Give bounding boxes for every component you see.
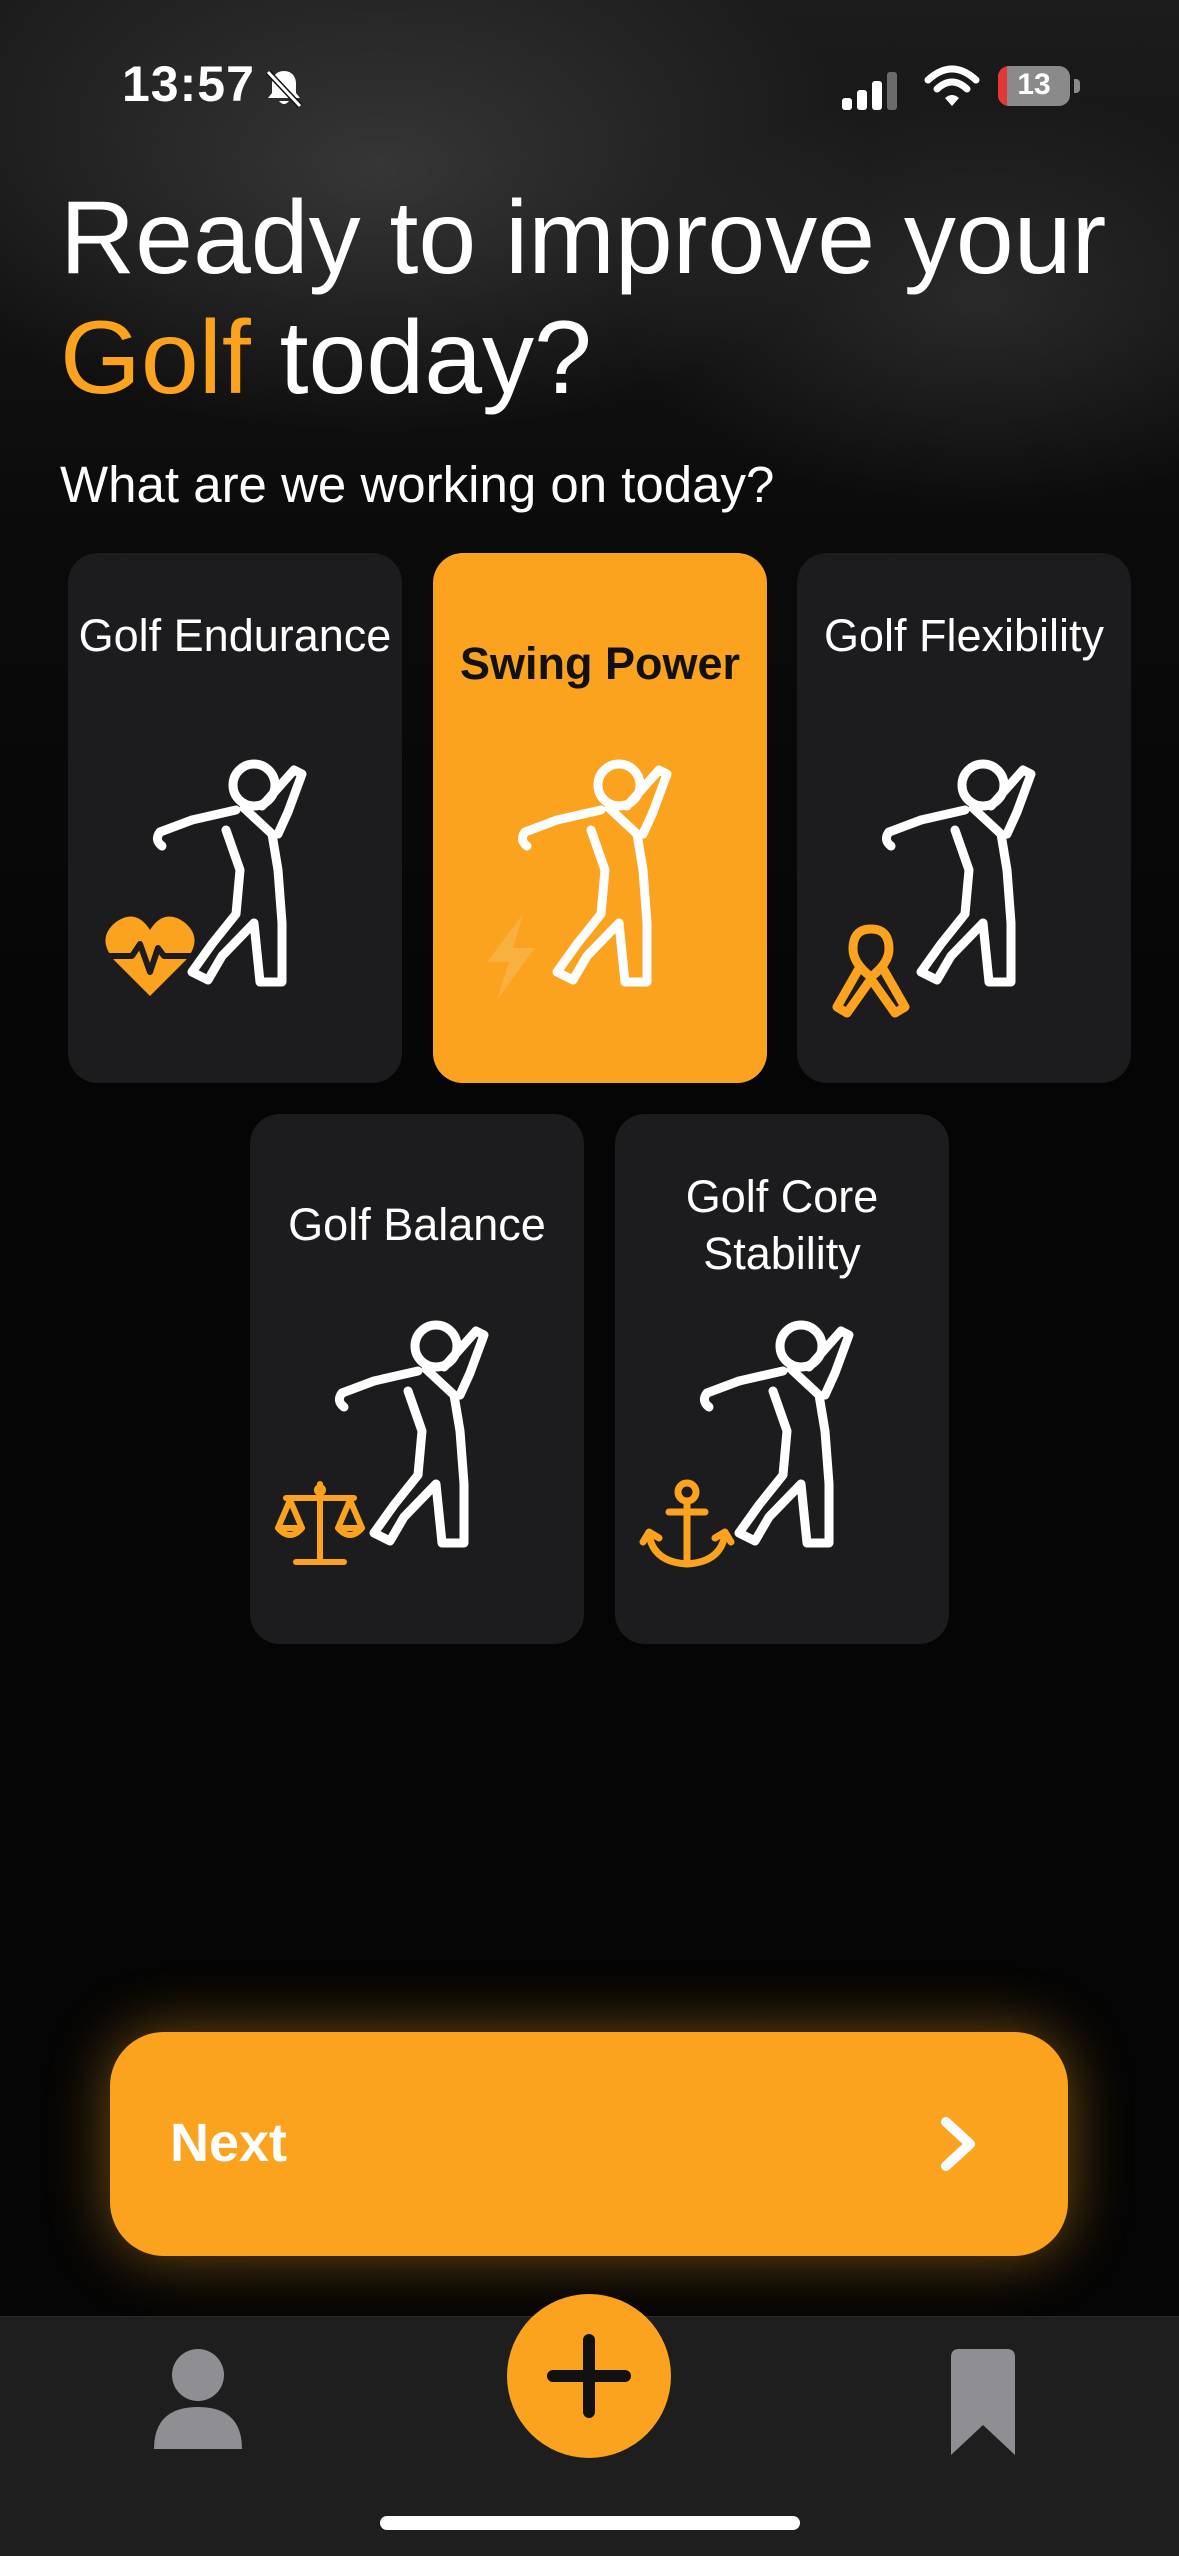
title-line-2-rest: today? [250,300,592,416]
golf-focus-screen: 13:57 13 Ready to improve your Golf toda… [0,0,1179,2556]
option-card-golf-flexibility[interactable]: Golf Flexibility [797,553,1131,1083]
status-bar: 13:57 13 [0,0,1179,150]
option-label: Swing Power [459,638,741,689]
option-label: Golf Endurance [78,610,392,661]
battery-level-text: 13 [1017,68,1051,101]
anchor-icon [639,1479,735,1568]
option-label: Golf Flexibility [823,610,1105,661]
next-button[interactable]: Next [110,2032,1068,2256]
signal-icon [842,72,897,110]
status-time: 13:57 [122,56,255,112]
heart-pulse-icon [105,916,195,996]
page-title: Ready to improve your Golf today? [60,178,1140,418]
title-accent-word: Golf [60,300,251,416]
chevron-right-icon [941,2117,975,2171]
page-subtitle: What are we working on today? [60,456,775,513]
option-card-golf-endurance[interactable]: Golf Endurance [68,553,402,1083]
ribbon-icon [832,924,910,1018]
battery-indicator: 13 [998,66,1082,106]
title-line-1: Ready to improve your [60,180,1107,296]
scales-icon [275,1481,365,1565]
option-label: Golf Core Stability [685,1171,879,1279]
option-card-golf-balance[interactable]: Golf Balance [250,1114,584,1644]
plus-icon [547,2334,631,2418]
profile-icon[interactable] [148,2345,248,2455]
next-button-label: Next [170,2113,288,2173]
lightning-icon [487,914,535,1000]
bell-off-icon [265,69,303,109]
option-label: Golf Balance [288,1199,546,1250]
add-button[interactable] [507,2294,671,2458]
wifi-icon [924,65,980,106]
option-card-swing-power[interactable]: Swing Power [433,553,767,1083]
bookmark-icon[interactable] [947,2347,1019,2457]
option-card-golf-core-stability[interactable]: Golf Core Stability [615,1114,949,1644]
home-indicator[interactable] [380,2516,800,2530]
